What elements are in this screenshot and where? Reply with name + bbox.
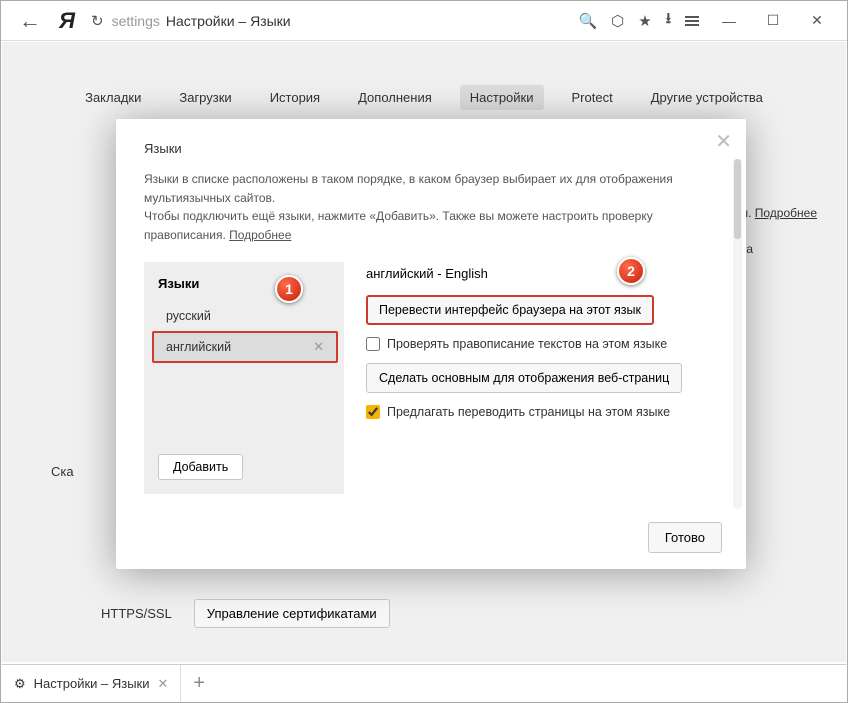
- settings-nav-tabs: Закладки Загрузки История Дополнения Нас…: [1, 85, 847, 110]
- bg-char: а: [746, 242, 753, 256]
- bg-truncated-label: Ска: [51, 464, 74, 479]
- minimize-button[interactable]: ―: [707, 13, 751, 29]
- maximize-button[interactable]: ☐: [751, 12, 795, 29]
- browser-tab[interactable]: ⚙ Настройки – Языки ✕: [2, 665, 181, 702]
- done-button[interactable]: Готово: [648, 522, 722, 553]
- modal-close-icon[interactable]: ✕: [715, 129, 732, 154]
- url-title: Настройки – Языки: [166, 13, 291, 29]
- modal-scrollbar[interactable]: [733, 159, 742, 509]
- tab-devices[interactable]: Другие устройства: [641, 85, 773, 110]
- link-more[interactable]: Подробнее: [755, 206, 817, 220]
- close-tab-icon[interactable]: ✕: [158, 676, 169, 692]
- remove-language-icon[interactable]: ✕: [313, 339, 324, 355]
- browser-tab-title: Настройки – Языки: [34, 676, 150, 691]
- search-icon[interactable]: 🔍: [578, 12, 597, 30]
- tab-downloads[interactable]: Загрузки: [169, 85, 241, 110]
- address-bar[interactable]: settings Настройки – Языки: [112, 13, 571, 29]
- offer-translate-label: Предлагать переводить страницы на этом я…: [387, 405, 670, 419]
- yandex-logo[interactable]: Я: [51, 8, 83, 34]
- annotation-badge-1: 1: [275, 275, 303, 303]
- manage-certificates-button[interactable]: Управление сертификатами: [194, 599, 390, 628]
- browser-tabbar: ⚙ Настройки – Языки ✕ +: [2, 664, 846, 702]
- gear-icon: ⚙: [14, 676, 26, 692]
- language-detail: английский - English Перевести интерфейс…: [366, 262, 718, 494]
- url-scheme: settings: [112, 13, 160, 29]
- spellcheck-row: Проверять правописание текстов на этом я…: [366, 337, 718, 351]
- lang-item-russian[interactable]: русский: [158, 301, 332, 331]
- new-tab-button[interactable]: +: [181, 672, 217, 695]
- shield-icon[interactable]: ⬡: [611, 12, 624, 30]
- reload-button[interactable]: ↻: [83, 12, 112, 30]
- translate-ui-button[interactable]: Перевести интерфейс браузера на этот язы…: [366, 295, 654, 325]
- back-button[interactable]: ←: [9, 8, 51, 34]
- tab-history[interactable]: История: [260, 85, 330, 110]
- lang-item-english[interactable]: английский ✕: [152, 331, 338, 363]
- lang-item-label: английский: [166, 340, 231, 354]
- titlebar: ← Я ↻ settings Настройки – Языки 🔍 ⬡ ★ ⭳…: [1, 1, 847, 41]
- offer-translate-row: Предлагать переводить страницы на этом я…: [366, 405, 718, 419]
- language-detail-header: английский - English: [366, 266, 718, 281]
- menu-icon[interactable]: [685, 14, 699, 28]
- language-list-header: Языки: [158, 276, 332, 291]
- language-list: Языки русский английский ✕ Добавить: [144, 262, 344, 494]
- tab-addons[interactable]: Дополнения: [348, 85, 442, 110]
- toolbar-icons: 🔍 ⬡ ★ ⭳: [570, 8, 707, 33]
- offer-translate-checkbox[interactable]: [366, 405, 380, 419]
- add-language-button[interactable]: Добавить: [158, 454, 243, 480]
- close-window-button[interactable]: ✕: [795, 12, 839, 29]
- modal-description: Языки в списке расположены в таком поряд…: [144, 170, 718, 244]
- spellcheck-label: Проверять правописание текстов на этом я…: [387, 337, 667, 351]
- tab-bookmarks[interactable]: Закладки: [75, 85, 151, 110]
- languages-modal: ✕ Языки Языки в списке расположены в так…: [116, 119, 746, 569]
- link-more-modal[interactable]: Подробнее: [229, 228, 291, 242]
- languages-body: Языки русский английский ✕ Добавить англ…: [144, 262, 718, 494]
- spellcheck-checkbox[interactable]: [366, 337, 380, 351]
- tab-protect[interactable]: Protect: [562, 85, 623, 110]
- bookmark-star-icon[interactable]: ★: [638, 12, 651, 30]
- modal-title: Языки: [144, 141, 718, 156]
- https-label: HTTPS/SSL: [101, 606, 172, 621]
- annotation-badge-2: 2: [617, 257, 645, 285]
- https-section: HTTPS/SSL Управление сертификатами: [101, 599, 390, 628]
- download-icon[interactable]: ⭳: [666, 8, 671, 33]
- make-default-button[interactable]: Сделать основным для отображения веб-стр…: [366, 363, 682, 393]
- tab-settings[interactable]: Настройки: [460, 85, 544, 110]
